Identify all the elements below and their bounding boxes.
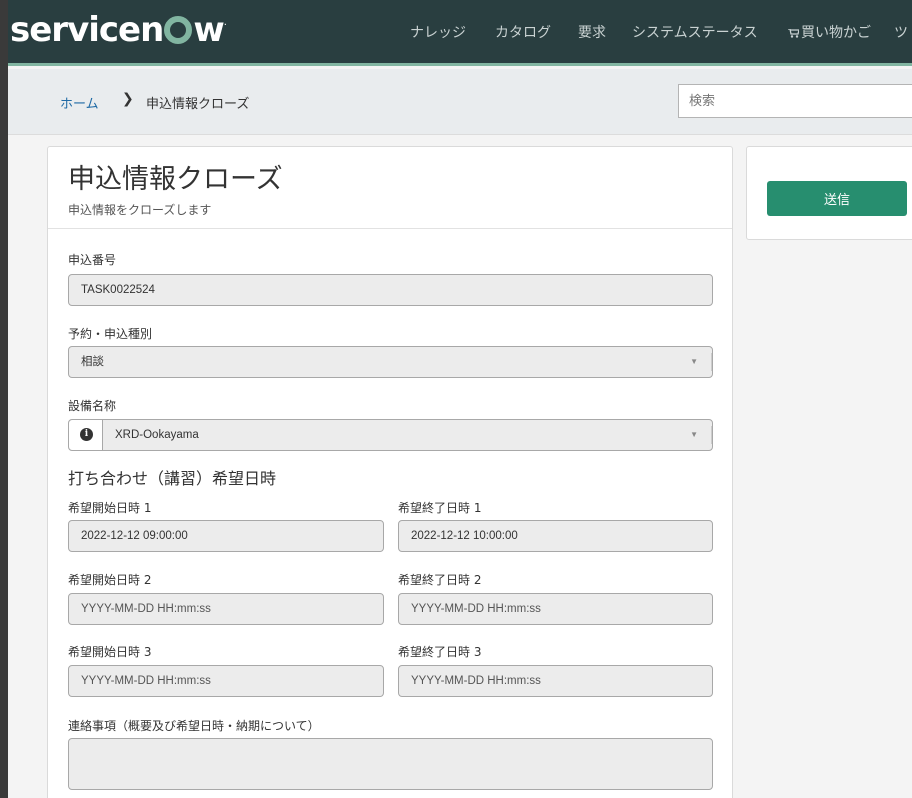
main-nav: ナレッジ カタログ 要求 システムステータス 買い物かご ツ <box>8 22 912 46</box>
select-edge <box>711 353 712 371</box>
caret-down-icon: ▼ <box>690 430 698 439</box>
end-datetime-2-label: 希望終了日時 2 <box>398 573 482 587</box>
application-number-label: 申込番号 <box>68 253 117 267</box>
submit-button[interactable]: 送信 <box>767 181 907 216</box>
divider <box>48 228 732 229</box>
nav-item-requests[interactable]: 要求 <box>578 22 606 42</box>
page-subtitle: 申込情報をクローズします <box>68 203 212 217</box>
start-datetime-2-field[interactable]: YYYY-MM-DD HH:mm:ss <box>68 593 384 625</box>
info-icon: i <box>80 428 93 441</box>
notes-textarea[interactable] <box>68 738 713 790</box>
facility-name-label: 設備名称 <box>68 399 117 413</box>
nav-item-knowledge[interactable]: ナレッジ <box>410 22 466 42</box>
nav-item-system-status[interactable]: システムステータス <box>632 22 758 42</box>
end-datetime-1-field[interactable]: 2022-12-12 10:00:00 <box>398 520 713 552</box>
nav-item-cart[interactable]: 買い物かご <box>788 22 871 42</box>
action-panel: 送信 <box>746 146 912 240</box>
form-panel: 申込情報クローズ 申込情報をクローズします 申込番号 TASK0022524 予… <box>47 146 733 798</box>
top-navigation-bar: servicen w. ナレッジ カタログ 要求 システムステータス 買い物かご … <box>8 0 912 66</box>
start-datetime-3-label: 希望開始日時 3 <box>68 645 152 659</box>
facility-name-value: XRD-Ookayama <box>115 429 199 441</box>
reservation-type-value: 相談 <box>81 356 104 368</box>
facility-name-select[interactable]: i XRD-Ookayama ▼ <box>68 419 713 451</box>
breadcrumb-home-link[interactable]: ホーム <box>60 93 99 112</box>
section-heading-datetime: 打ち合わせ（講習）希望日時 <box>68 469 277 488</box>
select-edge <box>711 426 712 444</box>
reservation-type-label: 予約・申込種別 <box>68 327 153 341</box>
start-datetime-1-label: 希望開始日時 1 <box>68 501 152 515</box>
nav-item-cart-label: 買い物かご <box>801 25 871 41</box>
breadcrumb-current: 申込情報クローズ <box>146 97 250 112</box>
search-input[interactable] <box>678 84 912 118</box>
info-button[interactable]: i <box>69 420 103 450</box>
end-datetime-1-label: 希望終了日時 1 <box>398 501 482 515</box>
caret-down-icon: ▼ <box>690 357 698 366</box>
notes-label: 連絡事項（概要及び希望日時・納期について） <box>68 719 320 733</box>
start-datetime-1-field[interactable]: 2022-12-12 09:00:00 <box>68 520 384 552</box>
start-datetime-2-label: 希望開始日時 2 <box>68 573 152 587</box>
end-datetime-3-label: 希望終了日時 3 <box>398 645 482 659</box>
page-title: 申込情報クローズ <box>68 164 283 195</box>
application-number-field[interactable]: TASK0022524 <box>68 274 713 306</box>
nav-item-truncated[interactable]: ツ <box>894 22 908 42</box>
end-datetime-2-field[interactable]: YYYY-MM-DD HH:mm:ss <box>398 593 713 625</box>
start-datetime-3-field[interactable]: YYYY-MM-DD HH:mm:ss <box>68 665 384 697</box>
chevron-right-icon: ❯ <box>122 91 134 107</box>
window-frame-edge <box>0 0 8 798</box>
nav-item-catalog[interactable]: カタログ <box>495 22 551 42</box>
reservation-type-select[interactable]: 相談 ▼ <box>68 346 713 378</box>
cart-icon <box>788 29 799 38</box>
end-datetime-3-field[interactable]: YYYY-MM-DD HH:mm:ss <box>398 665 713 697</box>
breadcrumb: ホーム ❯ 申込情報クローズ <box>8 69 912 135</box>
